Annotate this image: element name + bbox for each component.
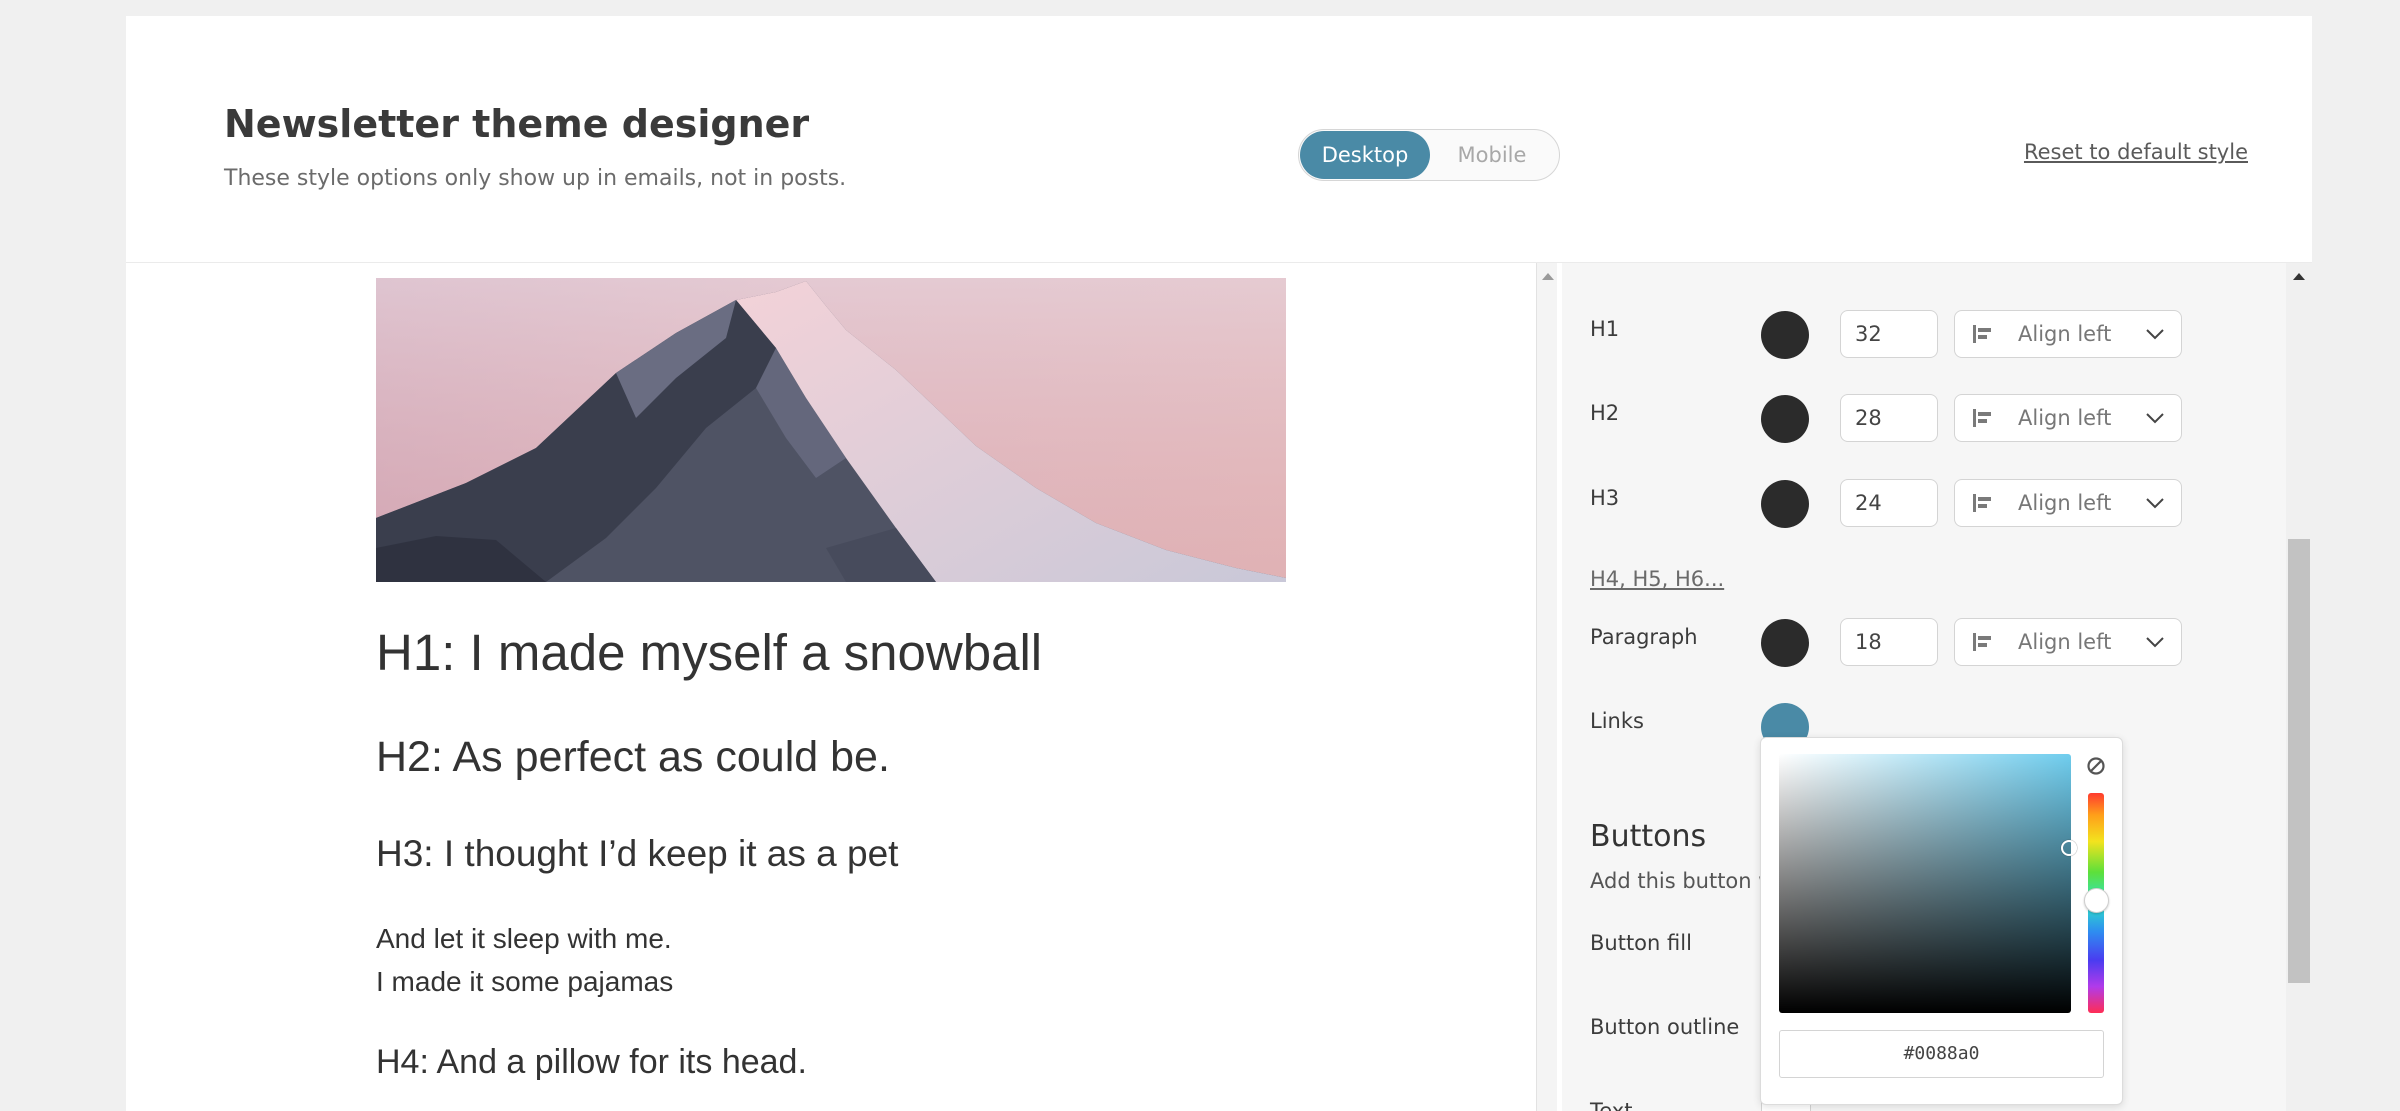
button-outline-label: Button outline: [1590, 1015, 1740, 1039]
align-left-icon: [1973, 325, 1991, 343]
h3-align-select[interactable]: Align left: [1954, 479, 2182, 527]
scroll-up-arrow-icon[interactable]: [1542, 273, 1554, 280]
desktop-view-button[interactable]: Desktop: [1300, 131, 1430, 179]
h2-color-swatch[interactable]: [1761, 395, 1809, 443]
align-left-icon: [1973, 633, 1991, 651]
h3-color-swatch[interactable]: [1761, 480, 1809, 528]
mountain-hero-image: [376, 278, 1286, 582]
page-title: Newsletter theme designer: [224, 102, 810, 146]
chevron-down-icon: [2146, 329, 2164, 340]
links-style-label: Links: [1590, 709, 1644, 733]
buttons-section-description: Add this button wl: [1590, 869, 1762, 893]
button-fill-label: Button fill: [1590, 931, 1692, 955]
paragraph-align-select[interactable]: Align left: [1954, 618, 2182, 666]
align-left-icon: [1973, 409, 1991, 427]
h1-color-swatch[interactable]: [1761, 311, 1809, 359]
mobile-view-button[interactable]: Mobile: [1427, 131, 1557, 179]
h3-style-label: H3: [1590, 486, 1620, 510]
h3-align-label: Align left: [2018, 491, 2112, 515]
chevron-down-icon: [2146, 637, 2164, 648]
no-color-icon[interactable]: [2086, 756, 2106, 776]
settings-scrollbar[interactable]: [2286, 263, 2312, 1111]
scrollbar-thumb[interactable]: [2288, 539, 2310, 983]
page-subtitle: These style options only show up in emai…: [224, 166, 847, 191]
preview-paragraph-line: I made it some pajamas: [376, 966, 674, 997]
color-picker-popover: #0088a0: [1760, 737, 2123, 1105]
chevron-down-icon: [2146, 498, 2164, 509]
h3-size-input[interactable]: 24: [1840, 479, 1938, 527]
hex-color-input[interactable]: #0088a0: [1779, 1030, 2104, 1078]
chevron-down-icon: [2146, 413, 2164, 424]
h2-style-label: H2: [1590, 401, 1620, 425]
email-preview[interactable]: H1: I made myself a snowball H2: As perf…: [126, 263, 1536, 1111]
preview-h4: H4: And a pillow for its head.: [376, 1043, 807, 1081]
preview-h1: H1: I made myself a snowball: [376, 624, 1043, 681]
h1-align-label: Align left: [2018, 322, 2112, 346]
h2-align-label: Align left: [2018, 406, 2112, 430]
h1-style-label: H1: [1590, 317, 1620, 341]
h1-align-select[interactable]: Align left: [1954, 310, 2182, 358]
paragraph-size-input[interactable]: 18: [1840, 618, 1938, 666]
paragraph-color-swatch[interactable]: [1761, 619, 1809, 667]
buttons-section-title: Buttons: [1590, 819, 1707, 854]
saturation-value-area[interactable]: [1779, 754, 2077, 1013]
reset-default-style-link[interactable]: Reset to default style: [2024, 140, 2248, 164]
page-header: Newsletter theme designer These style op…: [126, 16, 2312, 263]
align-left-icon: [1973, 494, 1991, 512]
h1-size-input[interactable]: 32: [1840, 310, 1938, 358]
more-headings-link[interactable]: H4, H5, H6...: [1590, 567, 1724, 591]
h2-align-select[interactable]: Align left: [1954, 394, 2182, 442]
button-text-label: Text: [1590, 1099, 1633, 1111]
preview-scrollbar[interactable]: [1536, 263, 1557, 1111]
paragraph-align-label: Align left: [2018, 630, 2112, 654]
preview-h2: H2: As perfect as could be.: [376, 733, 890, 781]
hue-slider-handle[interactable]: [2084, 888, 2109, 913]
paragraph-style-label: Paragraph: [1590, 625, 1698, 649]
h2-size-input[interactable]: 28: [1840, 394, 1938, 442]
view-toggle: Desktop Mobile: [1298, 129, 1560, 181]
scroll-up-arrow-icon[interactable]: [2293, 273, 2305, 280]
preview-paragraph-line: And let it sleep with me.: [376, 923, 672, 954]
preview-h3: H3: I thought I’d keep it as a pet: [376, 833, 899, 874]
saturation-handle[interactable]: [2061, 840, 2077, 856]
